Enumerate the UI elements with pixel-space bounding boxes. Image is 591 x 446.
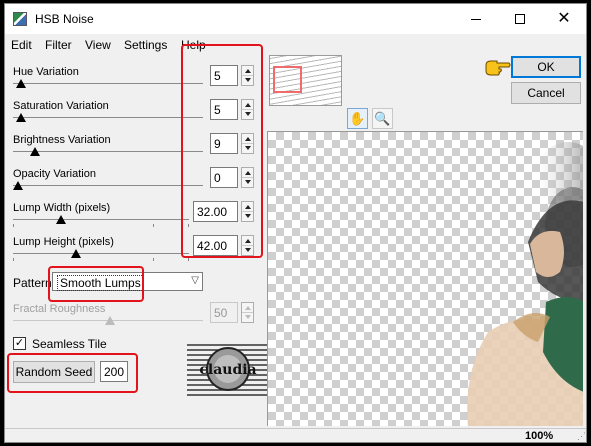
lump-width-slider-thumb[interactable] — [56, 215, 66, 224]
spin-down-icon — [245, 315, 251, 319]
checkmark-icon: ✓ — [14, 337, 25, 349]
opacity-variation-slider[interactable] — [13, 180, 203, 192]
preview-navigator[interactable] — [269, 55, 342, 106]
maximize-button[interactable] — [498, 4, 542, 34]
menu-settings[interactable]: Settings — [124, 38, 167, 52]
brightness-variation-label: Brightness Variation — [13, 134, 111, 146]
menu-filter[interactable]: Filter — [45, 38, 72, 52]
seamless-tile-label[interactable]: Seamless Tile — [32, 337, 107, 351]
fractal-slider-thumb — [105, 316, 115, 325]
pattern-label: Pattern — [13, 276, 52, 290]
opacity-slider-thumb[interactable] — [13, 181, 23, 190]
magnifier-icon: 🔍 — [374, 111, 391, 126]
lump-height-slider[interactable] — [13, 248, 189, 261]
hand-tool-button[interactable]: ✋ — [347, 108, 368, 129]
maximize-icon — [515, 14, 525, 24]
app-icon — [13, 12, 27, 26]
brightness-slider-thumb[interactable] — [30, 147, 40, 156]
status-bar: 100% ⋰ — [5, 428, 586, 442]
hue-variation-slider[interactable] — [13, 78, 203, 90]
seamless-tile-checkbox[interactable]: ✓ — [13, 337, 26, 350]
menu-view[interactable]: View — [85, 38, 111, 52]
minimize-button[interactable] — [454, 4, 498, 34]
navigator-viewport-rect[interactable] — [273, 66, 302, 93]
window-title: HSB Noise — [35, 12, 94, 26]
fractal-roughness-slider — [13, 315, 203, 327]
lump-width-slider[interactable] — [13, 214, 189, 227]
lump-width-label: Lump Width (pixels) — [13, 202, 111, 214]
close-icon: ✕ — [557, 10, 571, 27]
saturation-variation-slider[interactable] — [13, 112, 203, 124]
ok-button[interactable]: OK — [511, 56, 581, 78]
opacity-variation-label: Opacity Variation — [13, 168, 96, 180]
spin-up-icon — [245, 306, 251, 310]
saturation-variation-label: Saturation Variation — [13, 100, 109, 112]
highlight-seed-box — [7, 353, 138, 393]
fractal-roughness-input: 50 — [210, 302, 238, 323]
claudia-watermark-logo: claudia — [187, 341, 269, 401]
fractal-roughness-label: Fractal Roughness — [13, 303, 106, 315]
hue-variation-label: Hue Variation — [13, 66, 79, 78]
lump-height-slider-thumb[interactable] — [71, 249, 81, 258]
lump-height-label: Lump Height (pixels) — [13, 236, 114, 248]
highlight-values-box — [181, 44, 263, 258]
hue-slider-thumb[interactable] — [16, 79, 26, 88]
preview-canvas[interactable] — [267, 131, 583, 426]
saturation-slider-thumb[interactable] — [16, 113, 26, 122]
menu-bar: Edit Filter View Settings Help — [5, 35, 586, 55]
hsb-noise-dialog: HSB Noise ✕ Edit Filter View Settings He… — [4, 3, 587, 443]
fractal-roughness-spinner — [241, 302, 254, 323]
highlight-pattern-box — [48, 266, 144, 302]
svg-text:claudia: claudia — [199, 362, 256, 378]
hand-tool-icon: ✋ — [349, 111, 366, 126]
pointing-hand-icon — [485, 59, 511, 77]
title-bar: HSB Noise ✕ — [5, 4, 586, 34]
brightness-variation-slider[interactable] — [13, 146, 203, 158]
chevron-down-icon: ▽ — [191, 275, 199, 286]
menu-edit[interactable]: Edit — [11, 38, 32, 52]
close-button[interactable]: ✕ — [542, 4, 586, 34]
zoom-level: 100% — [525, 430, 554, 442]
preview-image — [467, 142, 583, 426]
cancel-button[interactable]: Cancel — [511, 82, 581, 104]
minimize-icon — [471, 18, 481, 20]
resize-grip-icon[interactable]: ⋰ — [577, 431, 586, 442]
screenshot-frame: HSB Noise ✕ Edit Filter View Settings He… — [0, 0, 591, 446]
zoom-tool-button[interactable]: 🔍 — [372, 108, 393, 129]
